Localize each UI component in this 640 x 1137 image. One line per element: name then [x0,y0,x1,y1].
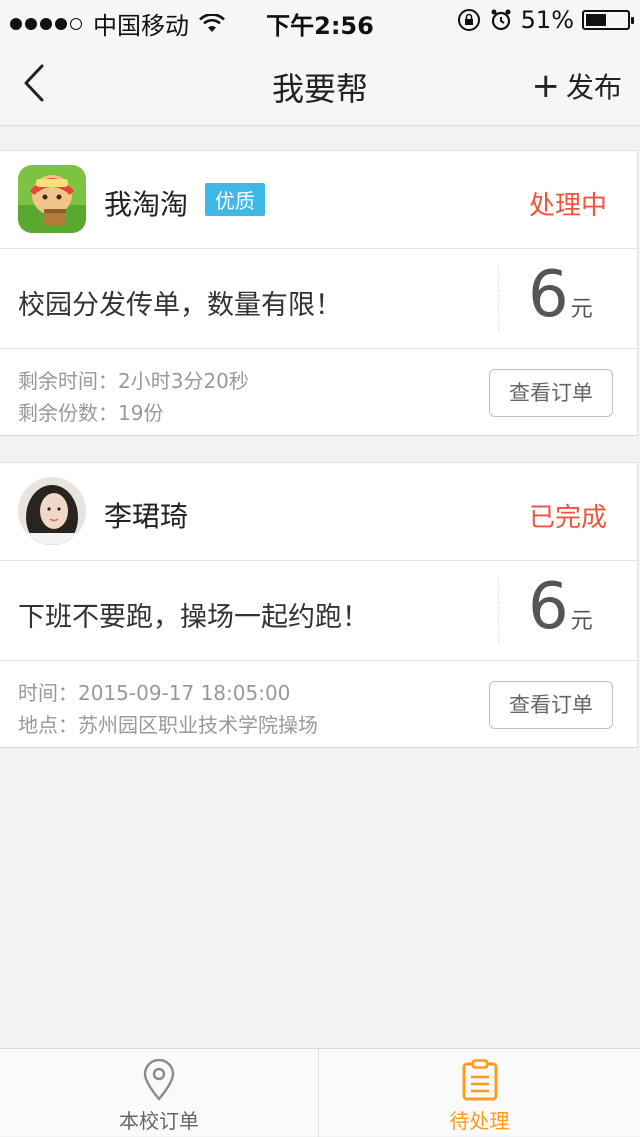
task-title: 校园分发传单，数量有限！ [18,290,342,321]
price-amount: 6 [528,258,569,332]
avatar[interactable] [18,477,86,545]
plus-icon: + [531,66,560,106]
order-card-body[interactable]: 下班不要跑，操场一起约跑！ 6 元 [0,561,637,661]
tab-pending[interactable]: 待处理 [320,1049,639,1137]
price: 6 元 [528,575,593,639]
tab-label: 本校订单 [119,1109,199,1133]
view-order-button[interactable]: 查看订单 [489,369,613,417]
tab-school-orders[interactable]: 本校订单 [0,1049,319,1137]
view-order-button[interactable]: 查看订单 [489,681,613,729]
tab-label: 待处理 [449,1109,510,1133]
task-title: 下班不要跑，操场一起约跑！ [18,602,369,633]
clipboard-icon [462,1059,497,1101]
order-status: 已完成 [528,503,607,533]
event-time: 时间：2015-09-17 18:05:00 [18,681,291,705]
order-card-header: 我淘淘 优质 处理中 [0,151,637,249]
price-unit: 元 [570,297,593,322]
battery-percent: 51% [520,6,574,34]
order-status: 处理中 [528,191,607,221]
status-right: 51% [457,6,634,34]
rotation-lock-icon [457,9,480,31]
user-name: 李珺琦 [104,500,189,533]
order-card-footer: 时间：2015-09-17 18:05:00 地点：苏州园区职业技术学院操场 查… [0,661,637,747]
quality-badge: 优质 [205,183,265,216]
divider [498,265,499,331]
remaining-count: 剩余份数：19份 [18,401,164,425]
order-card: 李珺琦 已完成 下班不要跑，操场一起约跑！ 6 元 时间：2015-09-17 … [0,462,638,748]
event-location: 地点：苏州园区职业技术学院操场 [18,713,318,737]
battery-fill [586,14,607,26]
price-amount: 6 [528,570,569,644]
price: 6 元 [528,263,593,327]
order-card-header: 李珺琦 已完成 [0,463,637,561]
battery-icon [582,10,634,30]
order-card-footer: 剩余时间：2小时3分20秒 剩余份数：19份 查看订单 [0,349,637,435]
price-unit: 元 [570,609,593,634]
remaining-time: 剩余时间：2小时3分20秒 [18,369,249,393]
user-name: 我淘淘 [104,188,189,221]
divider [498,577,499,643]
publish-label: 发布 [565,71,622,104]
nav-bar: 我要帮 + 发布 [0,40,640,126]
avatar[interactable] [18,165,86,233]
order-card-body[interactable]: 校园分发传单，数量有限！ 6 元 [0,249,637,349]
publish-button[interactable]: + 发布 [531,66,622,106]
alarm-icon [491,9,511,31]
order-card: 我淘淘 优质 处理中 校园分发传单，数量有限！ 6 元 剩余时间：2小时3分20… [0,150,638,436]
status-bar: 中国移动 下午2:56 51% [0,0,640,40]
tab-bar: 本校订单 待处理 [0,1048,640,1137]
location-pin-icon [143,1059,175,1101]
